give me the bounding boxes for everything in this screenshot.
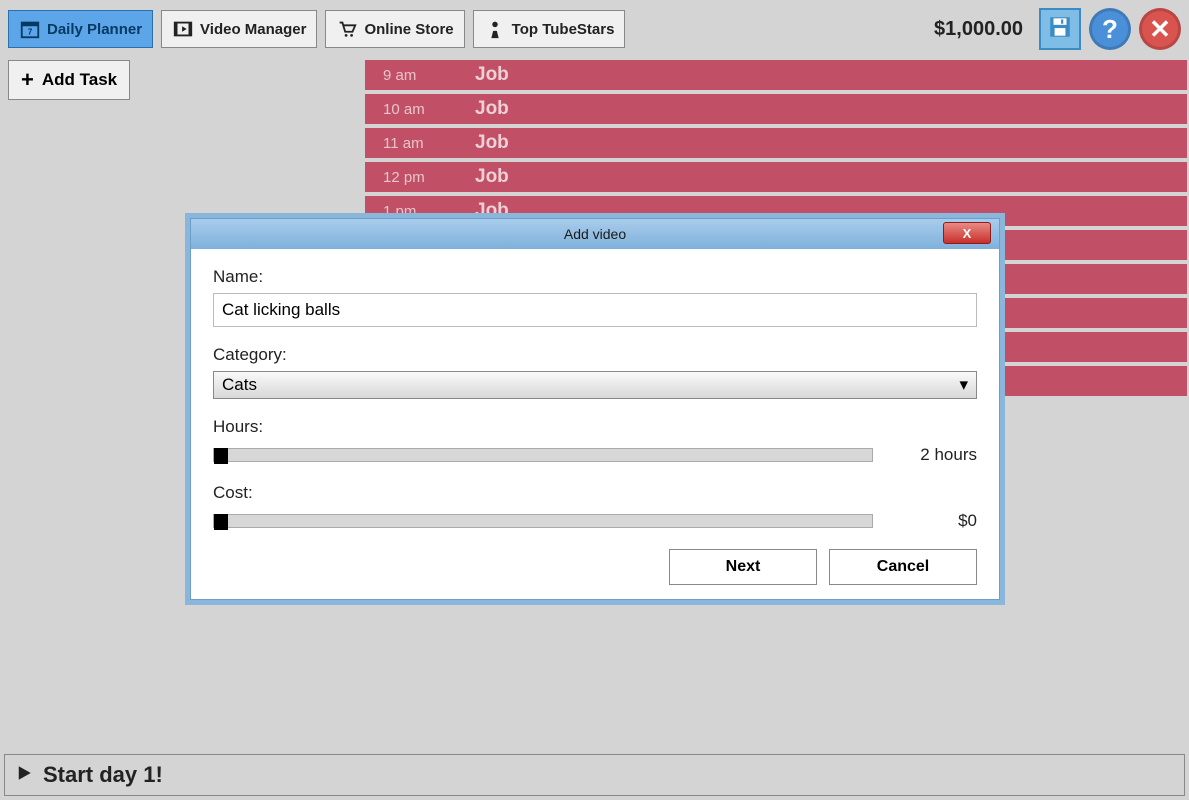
help-button[interactable]: ? — [1089, 8, 1131, 50]
cost-label: Cost: — [213, 483, 977, 503]
cost-slider-thumb[interactable] — [214, 514, 228, 530]
schedule-label: Job — [475, 64, 509, 86]
name-label: Name: — [213, 267, 977, 287]
hours-value: 2 hours — [920, 445, 977, 465]
schedule-time: 9 am — [365, 67, 475, 84]
save-button[interactable] — [1039, 8, 1081, 50]
add-video-dialog: Add video X Name: Category: Cats ▾ Hours… — [190, 218, 1000, 600]
schedule-row[interactable]: 11 amJob — [365, 128, 1187, 162]
schedule-time: 11 am — [365, 135, 475, 152]
online-store-tab[interactable]: Online Store — [325, 10, 464, 48]
schedule-label: Job — [475, 132, 509, 154]
category-selected-value: Cats — [222, 375, 257, 395]
schedule-row[interactable]: 9 amJob — [365, 60, 1187, 94]
schedule-label: Job — [475, 98, 509, 120]
close-icon: X — [963, 226, 972, 241]
start-day-button[interactable]: Start day 1! — [4, 754, 1185, 796]
schedule-time: 1 pm — [365, 203, 475, 220]
calendar-icon: 7 — [19, 18, 41, 40]
plus-icon: + — [21, 67, 34, 93]
schedule-row[interactable]: 12 pmJob — [365, 162, 1187, 196]
dialog-actions: Next Cancel — [213, 549, 977, 585]
schedule-time: 10 am — [365, 101, 475, 118]
cost-value: $0 — [958, 511, 977, 531]
dialog-close-button[interactable]: X — [943, 222, 991, 244]
category-label: Category: — [213, 345, 977, 365]
daily-planner-label: Daily Planner — [47, 21, 142, 38]
cart-icon — [336, 18, 358, 40]
add-task-button[interactable]: + Add Task — [8, 60, 130, 100]
close-icon: ✕ — [1149, 14, 1171, 45]
dialog-titlebar[interactable]: Add video X — [191, 219, 999, 249]
top-toolbar: 7 Daily Planner Video Manager Online Sto… — [0, 0, 1189, 58]
hours-slider-thumb[interactable] — [214, 448, 228, 464]
cancel-button[interactable]: Cancel — [829, 549, 977, 585]
dialog-body: Name: Category: Cats ▾ Hours: 2 hours Co… — [191, 249, 999, 599]
sidebar: + Add Task — [8, 60, 130, 100]
schedule-label: Job — [475, 166, 509, 188]
hours-slider-row: 2 hours — [213, 445, 977, 465]
dialog-title: Add video — [564, 226, 626, 242]
name-input[interactable] — [213, 293, 977, 327]
trophy-icon — [484, 18, 506, 40]
top-tubestars-tab[interactable]: Top TubeStars — [473, 10, 626, 48]
floppy-icon — [1047, 14, 1073, 45]
cost-slider-row: $0 — [213, 511, 977, 531]
top-tubestars-label: Top TubeStars — [512, 21, 615, 38]
question-icon: ? — [1102, 14, 1118, 45]
play-icon — [15, 762, 33, 788]
svg-text:7: 7 — [28, 28, 33, 37]
film-icon — [172, 18, 194, 40]
schedule-time: 12 pm — [365, 169, 475, 186]
schedule-row[interactable]: 10 amJob — [365, 94, 1187, 128]
close-app-button[interactable]: ✕ — [1139, 8, 1181, 50]
video-manager-label: Video Manager — [200, 21, 306, 38]
online-store-label: Online Store — [364, 21, 453, 38]
category-select[interactable]: Cats ▾ — [213, 371, 977, 399]
daily-planner-tab[interactable]: 7 Daily Planner — [8, 10, 153, 48]
add-task-label: Add Task — [42, 70, 117, 90]
video-manager-tab[interactable]: Video Manager — [161, 10, 317, 48]
balance-display: $1,000.00 — [934, 18, 1023, 41]
hours-label: Hours: — [213, 417, 977, 437]
start-day-label: Start day 1! — [43, 762, 163, 788]
next-button[interactable]: Next — [669, 549, 817, 585]
chevron-down-icon: ▾ — [959, 375, 968, 395]
cost-slider[interactable] — [213, 514, 873, 528]
hours-slider[interactable] — [213, 448, 873, 462]
